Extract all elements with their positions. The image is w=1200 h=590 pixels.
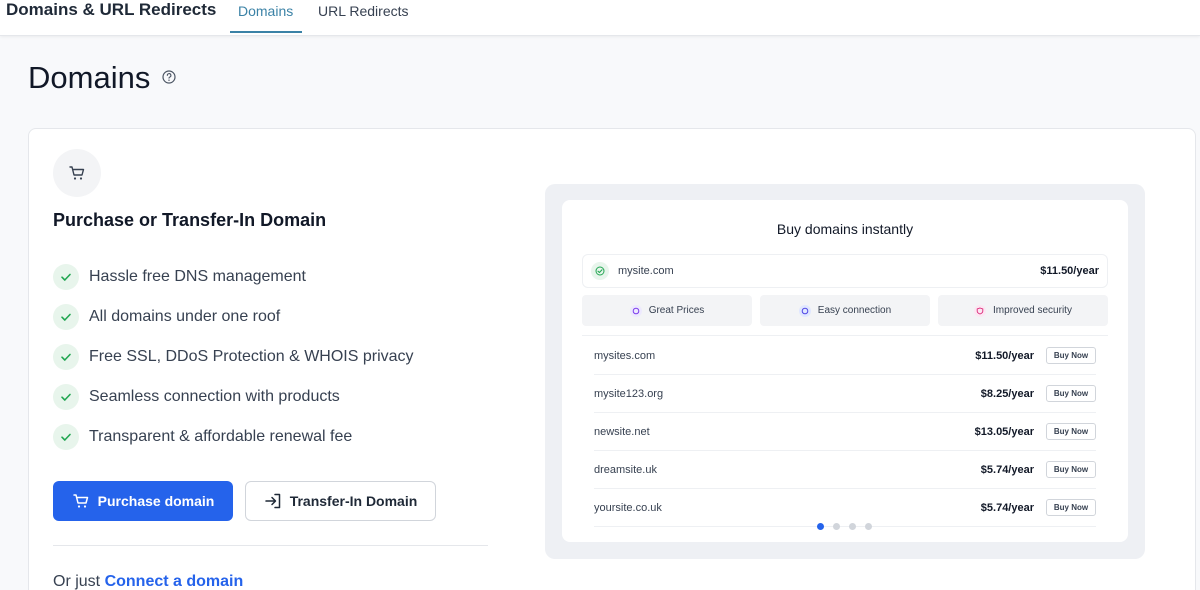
- pill-easy-connection: Easy connection: [760, 295, 930, 326]
- feature-item: Hassle free DNS management: [53, 264, 306, 290]
- check-icon: [53, 304, 79, 330]
- feature-text: All domains under one roof: [89, 308, 281, 325]
- selected-domain-name: mysite.com: [618, 265, 674, 277]
- row-price: $11.50/year: [975, 349, 1034, 362]
- selected-domain-row: mysite.com $11.50/year: [582, 254, 1108, 288]
- pill-label: Easy connection: [817, 305, 892, 316]
- preview-card: Buy domains instantly mysite.com $11.50/…: [562, 200, 1128, 542]
- buy-now-button[interactable]: Buy Now: [1046, 499, 1096, 516]
- feature-text: Seamless connection with products: [89, 388, 340, 405]
- feature-item: Free SSL, DDoS Protection & WHOIS privac…: [53, 344, 414, 370]
- check-icon: [53, 384, 79, 410]
- transfer-in-domain-label: Transfer-In Domain: [289, 493, 418, 509]
- carousel-dot[interactable]: [833, 523, 840, 530]
- active-tab-indicator: [230, 31, 302, 33]
- sign-in-arrow-icon: [264, 493, 280, 509]
- connect-domain-line: Or just Connect a domain: [53, 573, 243, 590]
- row-price: $8.25/year: [980, 387, 1034, 400]
- connect-domain-link[interactable]: Connect a domain: [105, 573, 244, 590]
- preview-title: Buy domains instantly: [776, 221, 914, 237]
- row-price: $13.05/year: [974, 425, 1034, 438]
- buy-now-button[interactable]: Buy Now: [1046, 423, 1096, 440]
- carousel-dots: [817, 523, 881, 530]
- price-tag-icon: [629, 304, 642, 317]
- row-domain: dreamsite.uk: [594, 463, 657, 476]
- carousel-dot[interactable]: [849, 523, 856, 530]
- top-bar: Domains & URL Redirects Domains URL Redi…: [0, 0, 1200, 36]
- feature-item: Seamless connection with products: [53, 384, 340, 410]
- shield-icon: [974, 304, 987, 317]
- row-domain: mysites.com: [594, 349, 656, 362]
- purchase-domain-button[interactable]: Purchase domain: [53, 481, 233, 521]
- feature-text: Transparent & affordable renewal fee: [89, 428, 353, 445]
- feature-item: All domains under one roof: [53, 304, 280, 330]
- feature-text: Hassle free DNS management: [89, 268, 306, 285]
- tab-url-redirects[interactable]: URL Redirects: [318, 3, 409, 19]
- pill-label: Great Prices: [648, 305, 705, 316]
- check-icon: [53, 344, 79, 370]
- row-domain: mysite123.org: [594, 387, 664, 400]
- buy-now-button[interactable]: Buy Now: [1046, 385, 1096, 402]
- check-icon: [53, 424, 79, 450]
- app-title: Domains & URL Redirects: [6, 0, 217, 19]
- section-title: Purchase or Transfer-In Domain: [53, 210, 327, 230]
- shopping-cart-icon: [69, 166, 85, 180]
- feature-text: Free SSL, DDoS Protection & WHOIS privac…: [89, 348, 414, 365]
- divider: [53, 545, 488, 546]
- shopping-cart-icon: [72, 494, 88, 508]
- pill-improved-security: Improved security: [938, 295, 1108, 326]
- purchase-domain-label: Purchase domain: [97, 493, 215, 509]
- selected-domain-price: $11.50/year: [1040, 265, 1099, 277]
- transfer-in-domain-button[interactable]: Transfer-In Domain: [245, 481, 436, 521]
- tab-domains[interactable]: Domains: [238, 3, 293, 19]
- connect-prefix: Or just: [53, 573, 105, 590]
- row-price: $5.74/year: [980, 463, 1034, 476]
- help-circle-icon[interactable]: [162, 70, 176, 84]
- page-title: Domains: [28, 60, 151, 95]
- row-domain: yoursite.co.uk: [594, 501, 662, 514]
- table-row: newsite.net $13.05/year Buy Now: [594, 413, 1096, 451]
- link-icon: [798, 304, 811, 317]
- cart-badge: [53, 149, 101, 197]
- table-row: yoursite.co.uk $5.74/year Buy Now: [594, 489, 1096, 527]
- table-row: mysites.com $11.50/year Buy Now: [594, 337, 1096, 375]
- carousel-dot[interactable]: [817, 523, 824, 530]
- table-row: mysite123.org $8.25/year Buy Now: [594, 375, 1096, 413]
- row-price: $5.74/year: [980, 501, 1034, 514]
- check-circle-icon: [591, 262, 609, 280]
- row-domain: newsite.net: [594, 425, 650, 438]
- feature-item: Transparent & affordable renewal fee: [53, 424, 352, 450]
- table-row: dreamsite.uk $5.74/year Buy Now: [594, 451, 1096, 489]
- buy-now-button[interactable]: Buy Now: [1046, 347, 1096, 364]
- pill-label: Improved security: [993, 305, 1072, 316]
- domain-list: mysites.com $11.50/year Buy Now mysite12…: [582, 335, 1108, 542]
- carousel-dot[interactable]: [865, 523, 872, 530]
- buy-now-button[interactable]: Buy Now: [1046, 461, 1096, 478]
- pill-great-prices: Great Prices: [582, 295, 752, 326]
- check-icon: [53, 264, 79, 290]
